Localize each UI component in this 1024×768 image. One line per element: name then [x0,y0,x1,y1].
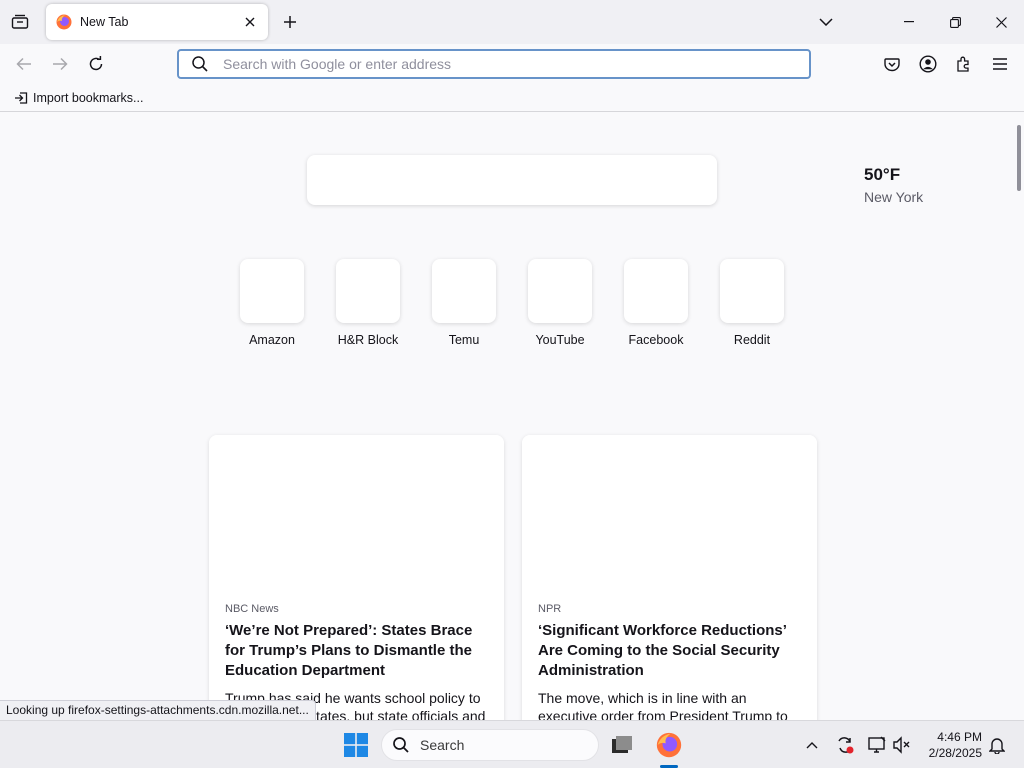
navigation-toolbar [0,44,1024,84]
top-site-icon [720,259,784,323]
list-all-tabs-button[interactable] [812,8,840,36]
top-site-icon [432,259,496,323]
tab-new-tab[interactable]: New Tab [46,4,268,40]
arrow-left-icon [16,57,31,71]
sync-icon [838,737,854,754]
task-view-button[interactable] [606,729,638,761]
bell-icon [989,738,1005,754]
top-site-hr-block[interactable]: H&R Block [333,259,403,347]
pocket-icon [884,58,900,72]
show-hidden-icons-button[interactable] [800,733,824,757]
volume-muted-icon [893,736,910,754]
taskbar-search-box[interactable]: Search [381,729,599,761]
top-site-label: Reddit [733,333,771,347]
import-bookmarks-label: Import bookmarks... [33,91,144,105]
url-input[interactable] [223,56,783,72]
forward-button[interactable] [46,50,74,78]
scrollbar-thumb[interactable] [1017,125,1021,191]
clock-time: 4:46 PM [937,730,982,744]
volume-button[interactable] [890,733,914,757]
import-icon [15,92,28,104]
clock-date: 2/28/2025 [928,746,982,760]
hamburger-menu-icon [993,58,1007,70]
account-icon [919,55,937,73]
tab-close-button[interactable] [238,10,262,34]
minimize-button[interactable] [886,0,932,44]
firefox-icon [656,732,682,758]
import-bookmarks-button[interactable]: Import bookmarks... [10,88,147,108]
chevron-down-icon [819,18,833,26]
top-site-label: Facebook [628,333,684,347]
save-to-pocket-button[interactable] [878,50,906,78]
account-button[interactable] [914,50,942,78]
newtab-search-box[interactable] [307,155,717,205]
close-icon [245,17,255,27]
top-site-label: H&R Block [337,333,399,347]
tab-manager-button[interactable] [6,8,34,36]
tab-strip: New Tab [0,0,1024,44]
top-site-reddit[interactable]: Reddit [717,259,787,347]
status-text: Looking up firefox-settings-attachments.… [0,700,316,720]
top-site-label: Temu [448,333,480,347]
story-excerpt: The move, which is in line with an execu… [538,690,788,720]
top-site-icon [240,259,304,323]
story-source: NPR [538,603,562,615]
clock[interactable]: 4:46 PM 2/28/2025 [918,729,982,761]
application-menu-button[interactable] [986,50,1014,78]
taskbar: Search 4:46 PM 2/28/2025 [0,720,1024,768]
start-button[interactable] [344,733,368,757]
arrow-right-icon [53,57,68,71]
sync-status-button[interactable] [833,733,857,757]
top-site-temu[interactable]: Temu [429,259,499,347]
search-icon [393,737,409,753]
new-tab-page: 50°F New York Amazon H&R Block Temu YouT… [0,113,1024,720]
top-site-icon [336,259,400,323]
search-icon [191,55,209,73]
weather-city: New York [864,189,924,205]
taskbar-firefox-button[interactable] [653,729,685,761]
top-site-facebook[interactable]: Facebook [621,259,691,347]
network-icon [868,736,886,753]
story-source: NBC News [225,603,279,615]
story-title: ‘We’re Not Prepared’: States Brace for T… [225,622,473,679]
new-tab-button[interactable] [276,8,304,36]
firefox-icon [56,14,72,30]
notifications-button[interactable] [985,733,1009,757]
close-window-button[interactable] [978,0,1024,44]
close-icon [995,16,1007,28]
back-button[interactable] [10,50,38,78]
restore-button[interactable] [932,0,978,44]
task-view-icon [612,736,632,753]
extensions-button[interactable] [950,50,978,78]
top-site-icon [528,259,592,323]
story-image [209,435,504,587]
top-site-icon [624,259,688,323]
story-card[interactable]: NBC News ‘We’re Not Prepared’: States Br… [209,435,504,720]
top-site-amazon[interactable]: Amazon [237,259,307,347]
story-card[interactable]: NPR ‘Significant Workforce Reductions’ A… [522,435,817,720]
bookmarks-toolbar: Import bookmarks... [0,84,1024,112]
reload-icon [89,56,103,71]
top-site-label: YouTube [535,333,585,347]
tab-manager-icon [11,14,29,29]
taskbar-search-label: Search [420,737,465,753]
weather-temperature: 50°F [864,165,901,184]
windows-logo-icon [344,733,368,757]
minimize-icon [904,21,914,23]
plus-icon [284,16,296,28]
top-site-label: Amazon [249,333,295,347]
story-title: ‘Significant Workforce Reductions’ Are C… [538,622,787,679]
reload-button[interactable] [82,50,110,78]
extensions-icon [957,56,969,72]
story-image [522,435,817,587]
restore-icon [949,16,961,28]
weather-widget[interactable]: 50°F New York [864,165,923,205]
top-site-youtube[interactable]: YouTube [525,259,595,347]
tab-title: New Tab [80,15,129,29]
chevron-up-icon [806,742,818,749]
network-button[interactable] [865,733,889,757]
address-bar[interactable] [177,49,811,79]
